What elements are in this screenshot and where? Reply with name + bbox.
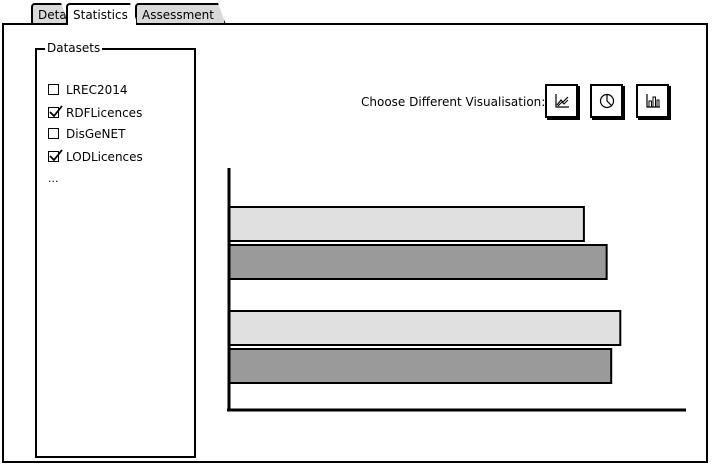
- visualisation-label: Choose Different Visualisation:: [361, 95, 546, 109]
- pie-chart-button[interactable]: [590, 84, 623, 118]
- bar-series1-group2: [228, 310, 622, 346]
- bar-series2-group2: [228, 348, 613, 384]
- tab-statistics[interactable]: Statistics: [66, 3, 138, 25]
- dataset-item-lrec2014[interactable]: LREC2014: [48, 82, 128, 98]
- line-chart-button[interactable]: [545, 84, 578, 118]
- dataset-label: LODLicences: [66, 150, 143, 164]
- pie-chart-icon: [599, 93, 615, 109]
- checkbox-checked[interactable]: [48, 105, 63, 118]
- datasets-legend: Datasets: [45, 40, 103, 56]
- line-chart-icon: [555, 94, 569, 108]
- bar-chart: [227, 168, 686, 412]
- bar-series1-group1: [228, 206, 585, 242]
- bar-chart-button[interactable]: [636, 84, 669, 118]
- dataset-item-disgenet[interactable]: DisGeNET: [48, 126, 125, 142]
- dataset-item-rdflicences[interactable]: RDFLicences: [48, 105, 142, 121]
- checkmark-icon: [49, 149, 63, 162]
- bar-chart-icon: [646, 94, 660, 108]
- tab-assessment[interactable]: Assessment: [135, 3, 226, 25]
- tab-detail[interactable]: Detail: [31, 3, 69, 25]
- checkbox-checked[interactable]: [48, 149, 63, 162]
- checkmark-icon: [49, 105, 63, 118]
- dataset-label: DisGeNET: [66, 127, 126, 141]
- checkbox[interactable]: [48, 84, 59, 95]
- dataset-item-lodlicences[interactable]: LODLicences: [48, 149, 143, 165]
- dataset-label: RDFLicences: [66, 106, 143, 120]
- dataset-label: LREC2014: [66, 83, 128, 97]
- bar-series2-group1: [228, 244, 608, 280]
- checkbox[interactable]: [48, 128, 59, 139]
- more-datasets-ellipsis: ...: [48, 172, 59, 185]
